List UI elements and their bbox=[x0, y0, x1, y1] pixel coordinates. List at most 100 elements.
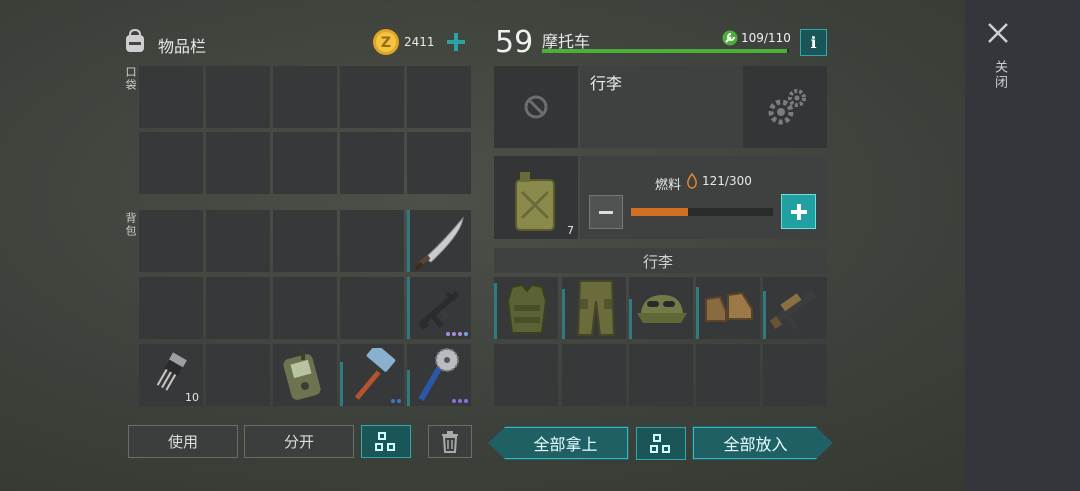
cargo-slot-pants[interactable] bbox=[562, 277, 626, 339]
close-button[interactable] bbox=[985, 20, 1011, 46]
close-icon bbox=[988, 23, 1008, 43]
backpack-slot[interactable] bbox=[206, 344, 270, 406]
durability-bar bbox=[763, 291, 766, 339]
fuel-bar[interactable] bbox=[631, 208, 773, 216]
info-button[interactable]: i bbox=[800, 29, 827, 56]
backpack-slot[interactable] bbox=[273, 277, 337, 339]
grid-sort-icon bbox=[375, 431, 395, 451]
coin-count: 2411 bbox=[404, 35, 435, 49]
durability-bar bbox=[407, 277, 410, 339]
durability-bar bbox=[696, 287, 699, 339]
item-count: 10 bbox=[185, 391, 199, 404]
vehicle-part-slot[interactable] bbox=[494, 66, 578, 148]
backpack-slot[interactable] bbox=[340, 210, 404, 272]
sort-cargo-button[interactable] bbox=[636, 427, 686, 460]
backpack-slot[interactable] bbox=[206, 277, 270, 339]
backpack-slot-rifle[interactable] bbox=[407, 277, 471, 339]
durability-bar bbox=[407, 210, 410, 272]
take-all-button[interactable]: 全部拿上 bbox=[488, 426, 629, 460]
backpack-slot[interactable] bbox=[139, 210, 203, 272]
backpack-slot[interactable] bbox=[340, 277, 404, 339]
flame-icon bbox=[686, 172, 698, 189]
rarity-dots bbox=[452, 399, 468, 403]
vehicle-health-fill bbox=[542, 49, 787, 53]
backpack-slot-sawblade-club[interactable] bbox=[407, 344, 471, 406]
cargo-slot-cap[interactable] bbox=[629, 277, 693, 339]
sort-inventory-button[interactable] bbox=[361, 425, 411, 458]
pocket-slot[interactable] bbox=[139, 66, 203, 128]
cap-goggles-icon bbox=[637, 295, 687, 323]
camo-pants-icon bbox=[576, 280, 616, 336]
put-all-button[interactable]: 全部放入 bbox=[692, 426, 833, 460]
minus-icon bbox=[599, 211, 613, 214]
pocket-slot[interactable] bbox=[139, 132, 203, 194]
plus-icon bbox=[790, 203, 807, 220]
info-icon: i bbox=[810, 33, 817, 52]
increase-fuel-button[interactable] bbox=[781, 194, 816, 229]
rarity-dots bbox=[446, 332, 468, 336]
cargo-slot-grenade-launcher[interactable] bbox=[763, 277, 827, 339]
decrease-fuel-button[interactable] bbox=[589, 195, 623, 229]
pocket-slot[interactable] bbox=[206, 66, 270, 128]
camo-vest-icon bbox=[506, 283, 548, 334]
fuel-canister-slot[interactable]: 7 bbox=[494, 156, 578, 239]
grid-sort-icon bbox=[650, 433, 670, 453]
wrench-icon bbox=[722, 30, 738, 46]
vehicle-health-bar bbox=[542, 49, 789, 53]
fuel-value: 121/300 bbox=[702, 174, 752, 188]
inventory-title: 物品栏 bbox=[158, 37, 207, 56]
take-all-label: 全部拿上 bbox=[533, 435, 598, 454]
cargo-slot[interactable] bbox=[494, 344, 558, 406]
backpack-slot-machete[interactable] bbox=[407, 210, 471, 272]
pocket-slot[interactable] bbox=[273, 132, 337, 194]
machete-icon bbox=[414, 216, 464, 270]
vehicle-upgrade-slot[interactable] bbox=[743, 66, 827, 148]
backpack-label: 背包 bbox=[124, 212, 137, 238]
durability-bar bbox=[562, 289, 565, 339]
canister-count: 7 bbox=[567, 224, 574, 237]
cargo-slot[interactable] bbox=[763, 344, 827, 406]
backpack-slot-gps[interactable] bbox=[273, 344, 337, 406]
close-panel bbox=[965, 0, 1080, 491]
backpack-slot-hammer[interactable] bbox=[340, 344, 404, 406]
cargo-slot-vest[interactable] bbox=[494, 277, 558, 339]
pocket-slot[interactable] bbox=[273, 66, 337, 128]
cargo-title: 行李 bbox=[643, 253, 674, 271]
cargo-slot[interactable] bbox=[629, 344, 693, 406]
inventory-header: 物品栏 Z 2411 bbox=[122, 28, 472, 58]
saw-blade-weapon-icon bbox=[418, 348, 459, 402]
pocket-slot[interactable] bbox=[340, 132, 404, 194]
pocket-slot[interactable] bbox=[340, 66, 404, 128]
trash-button[interactable] bbox=[428, 425, 472, 458]
trash-icon bbox=[442, 430, 458, 453]
gps-device-icon bbox=[283, 350, 321, 400]
assault-rifle-icon bbox=[418, 290, 460, 330]
sledgehammer-icon bbox=[354, 348, 396, 400]
coin-icon: Z bbox=[372, 28, 400, 56]
split-button[interactable]: 分开 bbox=[244, 425, 354, 458]
durability-bar bbox=[494, 283, 497, 339]
svg-text:Z: Z bbox=[381, 35, 391, 51]
pocket-slot[interactable] bbox=[206, 132, 270, 194]
use-button[interactable]: 使用 bbox=[128, 425, 238, 458]
luggage-label: 行李 bbox=[590, 74, 623, 93]
transistor-icon bbox=[156, 352, 187, 391]
backpack-slot-transistor[interactable]: 10 bbox=[139, 344, 203, 406]
rarity-dots bbox=[391, 399, 401, 403]
fuel-bar-fill bbox=[631, 208, 688, 216]
cargo-slot-boots[interactable] bbox=[696, 277, 760, 339]
cargo-slot[interactable] bbox=[562, 344, 626, 406]
add-coins-icon[interactable] bbox=[444, 30, 468, 54]
put-all-label: 全部放入 bbox=[723, 435, 788, 454]
backpack-slot[interactable] bbox=[273, 210, 337, 272]
backpack-slot[interactable] bbox=[139, 277, 203, 339]
gears-icon bbox=[768, 89, 806, 125]
backpack-slot[interactable] bbox=[206, 210, 270, 272]
grenade-launcher-icon bbox=[769, 290, 817, 330]
pocket-slot[interactable] bbox=[407, 66, 471, 128]
jerry-can-icon bbox=[515, 172, 555, 231]
durability-bar bbox=[407, 370, 410, 406]
cargo-slot[interactable] bbox=[696, 344, 760, 406]
pocket-slot[interactable] bbox=[407, 132, 471, 194]
durability-bar bbox=[629, 299, 632, 339]
